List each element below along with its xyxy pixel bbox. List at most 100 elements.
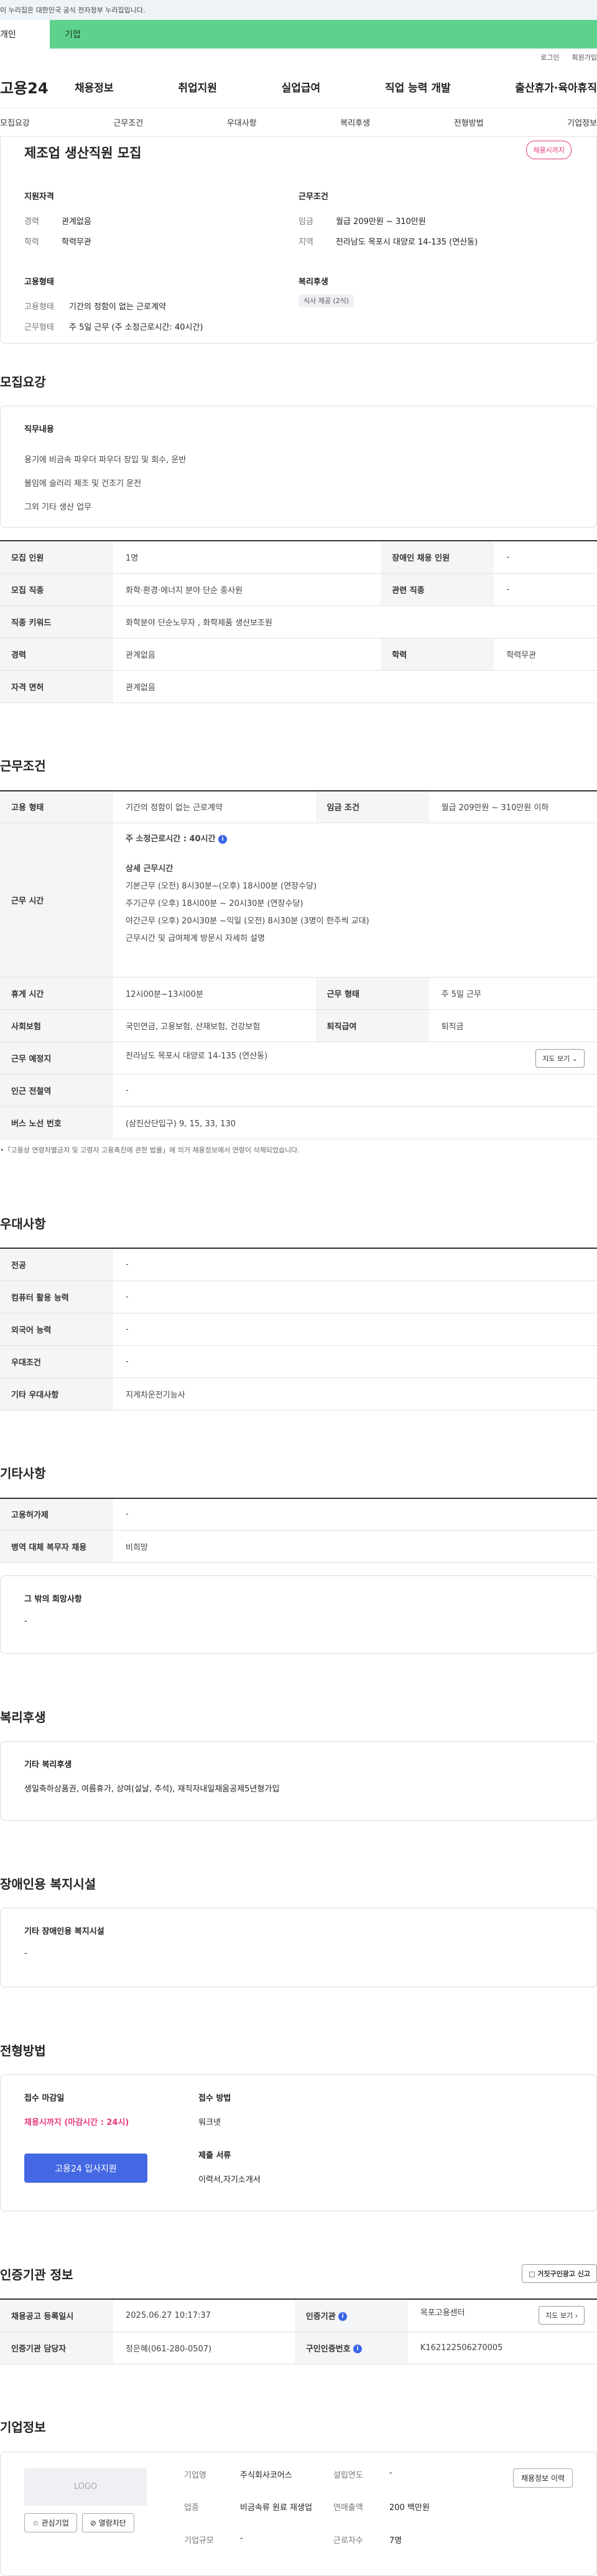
table-key: 컴퓨터 활용 능력	[0, 1281, 113, 1314]
table-value: 비희망	[113, 1530, 597, 1563]
info-icon[interactable]: i	[353, 2345, 363, 2353]
summary-value: 학력무관	[62, 238, 91, 247]
table-row: 고용허가제 -	[0, 1498, 597, 1531]
section-certification: 인증기관 정보 □ 거짓구인광고 신고 채용공고 등록일시 2025.06.27 …	[0, 2249, 597, 2364]
info-icon[interactable]: i	[338, 2312, 348, 2322]
signup-link[interactable]: 회원가입	[572, 52, 597, 62]
utility-bar: 로그인 회원가입	[0, 49, 597, 66]
login-link[interactable]: 로그인	[540, 52, 559, 62]
summary-row: 임금 월급 209만원 ~ 310만원	[298, 210, 573, 231]
summary-welfare: 복리후생 식사 제공 (2식)	[298, 275, 573, 337]
table-row: 전공 -	[0, 1248, 597, 1281]
table-value: 주 5일 근무	[428, 977, 597, 1010]
duty-line: 불임에 슬러리 제조 및 건조기 운전	[24, 478, 142, 488]
site-logo[interactable]: 고용24	[0, 76, 75, 98]
block-label: 열람차단	[98, 2518, 126, 2527]
table-key: 인근 전철역	[0, 1074, 113, 1107]
section-welfare: 복리후생 기타 복리후생 생일축하상품권, 여름휴가, 상여(설날, 추석), …	[0, 1691, 597, 1821]
section-selection: 전형방법 접수 마감일 채용시까지 (마감시간 : 24시) 고용24 입사지원…	[0, 2025, 597, 2211]
report-button[interactable]: □ 거짓구인광고 신고	[521, 2264, 597, 2283]
company-history-area: 채용정보 이력	[512, 2468, 573, 2559]
disability-box: 기타 장애인용 복지시설 -	[0, 1908, 597, 1987]
table-key: 채용공고 등록일시	[0, 2299, 113, 2332]
duty-line: 용기에 비금속 파우더 파우더 장입 및 회수, 운반	[24, 455, 187, 465]
preference-table: 전공 - 컴퓨터 활용 능력 - 외국어 능력 - 우대조건 - 기타 우대사항 지게차운…	[0, 1248, 597, 1411]
table-key: 근무 예정지	[0, 1042, 113, 1075]
gnb-item-unemployment-benefit[interactable]: 실업급여	[282, 79, 321, 95]
table-row: 인증기관 담당자 정은혜(061-280-0507) 구인인증번호 i K162122…	[0, 2331, 597, 2364]
summary-value: 전라남도 목포시 대양로 14-135 (연산동)	[336, 238, 478, 247]
anchor-conditions[interactable]: 근무조건	[113, 116, 143, 128]
tab-individual[interactable]: 개인	[0, 20, 50, 49]
tab-company[interactable]: 기업	[50, 20, 597, 49]
report-icon: □	[528, 2270, 535, 2278]
gnb-menu: 채용정보 취업지원 실업급여 직업 능력 개발 출산휴가·육아휴직	[75, 79, 597, 95]
section-recruit: 모집요강 직무내용 용기에 비금속 파우더 파우더 장입 및 회수, 운반 불임…	[0, 356, 597, 703]
anchor-preference[interactable]: 우대사항	[227, 116, 257, 128]
table-value: 관계없음	[113, 638, 381, 671]
location-cell: 전라남도 목포시 대양로 14-135 (연산동) 지도 보기 ⌄	[113, 1042, 597, 1075]
section-disability: 장애인용 복지시설 기타 장애인용 복지시설 -	[0, 1858, 597, 1987]
table-value: 1명	[113, 541, 381, 574]
table-value: 월급 209만원 ~ 310만원 이하	[428, 790, 597, 823]
hiring-history-button[interactable]: 채용정보 이력	[512, 2468, 573, 2488]
table-value: -	[113, 1345, 597, 1378]
summary-key: 고용형태	[24, 302, 54, 312]
company-info: 기업명 주식회사코어스 설립연도 - 업종 비금속류 원료 재생업 연매출액 200 백…	[184, 2468, 464, 2559]
duty-box: 직무내용 용기에 비금속 파우더 파우더 장입 및 회수, 운반 불임에 슬러리…	[0, 406, 597, 528]
gnb-item-skills[interactable]: 직업 능력 개발	[385, 79, 451, 95]
table-value: 정은혜(061-280-0507)	[113, 2331, 295, 2364]
company-key: 업종	[184, 2503, 199, 2513]
table-key: 인증기관 담당자	[0, 2331, 113, 2364]
section-title: 근무조건	[0, 758, 46, 773]
table-key: 근무 시간	[0, 823, 113, 978]
gnb-item-employment-support[interactable]: 취업지원	[178, 79, 217, 95]
anchor-welfare[interactable]: 복리후생	[340, 116, 370, 128]
welfare-head: 기타 복리후생	[24, 1760, 72, 1770]
company-key: 근로자수	[333, 2536, 363, 2546]
apply-button[interactable]: 고용24 입사지원	[24, 2154, 147, 2183]
summary-key: 임금	[298, 217, 313, 226]
table-row: 컴퓨터 활용 능력 -	[0, 1281, 597, 1314]
gnb-item-jobs[interactable]: 채용정보	[75, 79, 114, 95]
table-value: -	[113, 1313, 597, 1346]
summary-key: 경력	[24, 217, 39, 226]
section-etc: 기타사항 고용허가제 - 병역 대체 복무자 채용 비희망 그 밖의 희망사항 -	[0, 1448, 597, 1654]
table-row: 우대조건 -	[0, 1345, 597, 1378]
summary-key: 학력	[24, 238, 39, 247]
anchor-recruit[interactable]: 모집요강	[0, 116, 30, 128]
table-key: 전공	[0, 1248, 113, 1281]
table-row: 모집 직종 화학·환경·에너지 분야 단순 종사원 관련 직종 -	[0, 573, 597, 606]
gnb-item-parental-leave[interactable]: 출산휴가·육아휴직	[515, 79, 597, 95]
agency-map-button[interactable]: 지도 보기 ›	[539, 2306, 585, 2325]
summary-cond-head: 근무조건	[298, 192, 328, 202]
section-title-row: 인증기관 정보 □ 거짓구인광고 신고	[0, 2249, 597, 2298]
favorite-company-button[interactable]: ☆ 관심기업	[24, 2513, 77, 2532]
table-key: 경력	[0, 638, 113, 671]
age-note-text: 「고용상 연령차별금지 및 고령자 고용촉진에 관한 법률」에 의거 채용정보에…	[4, 1146, 300, 1154]
summary-emp-head: 고용형태	[24, 278, 54, 287]
anchor-company[interactable]: 기업정보	[567, 116, 597, 128]
other-wish-value: -	[24, 1617, 27, 1626]
info-icon[interactable]: i	[218, 834, 228, 844]
hours-main: 주 소정근로시간 : 40시간	[126, 834, 216, 844]
selection-left: 접수 마감일 채용시까지 (마감시간 : 24시) 고용24 입사지원	[24, 2091, 198, 2195]
table-key: 외국어 능력	[0, 1313, 113, 1346]
block-view-button[interactable]: ⊘ 열람차단	[81, 2513, 134, 2532]
deadline-badge: 채용시까지	[526, 141, 572, 159]
table-row: 외국어 능력 -	[0, 1313, 597, 1346]
table-row: 근무 시간 주 소정근로시간 : 40시간 i 상세 근무시간 기본근무 (오전…	[0, 823, 597, 978]
welfare-tag: 식사 제공 (2식)	[298, 294, 354, 307]
table-key: 기타 우대사항	[0, 1378, 113, 1411]
map-button[interactable]: 지도 보기 ⌄	[535, 1048, 585, 1068]
other-wish-box: 그 밖의 희망사항 -	[0, 1575, 597, 1654]
deadline-head: 접수 마감일	[24, 2094, 65, 2103]
chevron-down-icon: ⌄	[572, 1054, 578, 1063]
duty-head: 직무내용	[24, 425, 54, 434]
table-value: 12시00분~13시00분	[113, 977, 316, 1010]
table-value: 기간의 정함이 없는 근로계약	[113, 790, 316, 823]
anchor-selection[interactable]: 전형방법	[454, 116, 484, 128]
summary-row: 지역 전라남도 목포시 대양로 14-135 (연산동)	[298, 231, 573, 251]
company-value: 200 백만원	[389, 2503, 430, 2513]
summary-key: 근무형태	[24, 323, 54, 332]
